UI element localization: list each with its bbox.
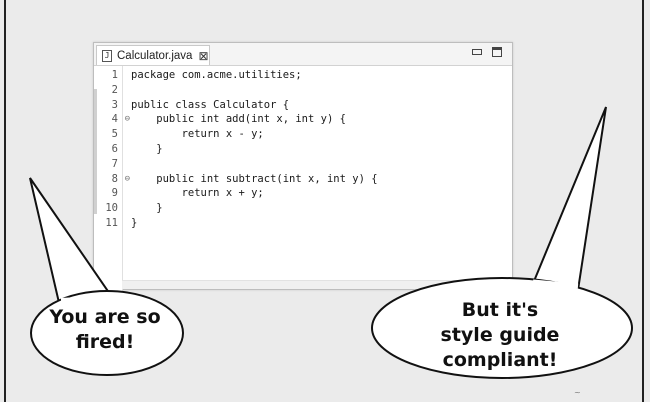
right-bubble-line2: style guide compliant!	[440, 324, 560, 371]
artist-signature: ~	[574, 388, 581, 397]
left-bubble-text: You are so fired!	[30, 305, 180, 355]
left-bubble-line1: You are so	[49, 306, 161, 328]
right-bubble-line1: But it's	[461, 299, 539, 321]
left-bubble-line2: fired!	[75, 331, 135, 353]
right-bubble-text: But it's style guide compliant!	[385, 298, 615, 373]
right-bubble-tail	[530, 106, 607, 292]
left-bubble-tail	[29, 177, 114, 309]
